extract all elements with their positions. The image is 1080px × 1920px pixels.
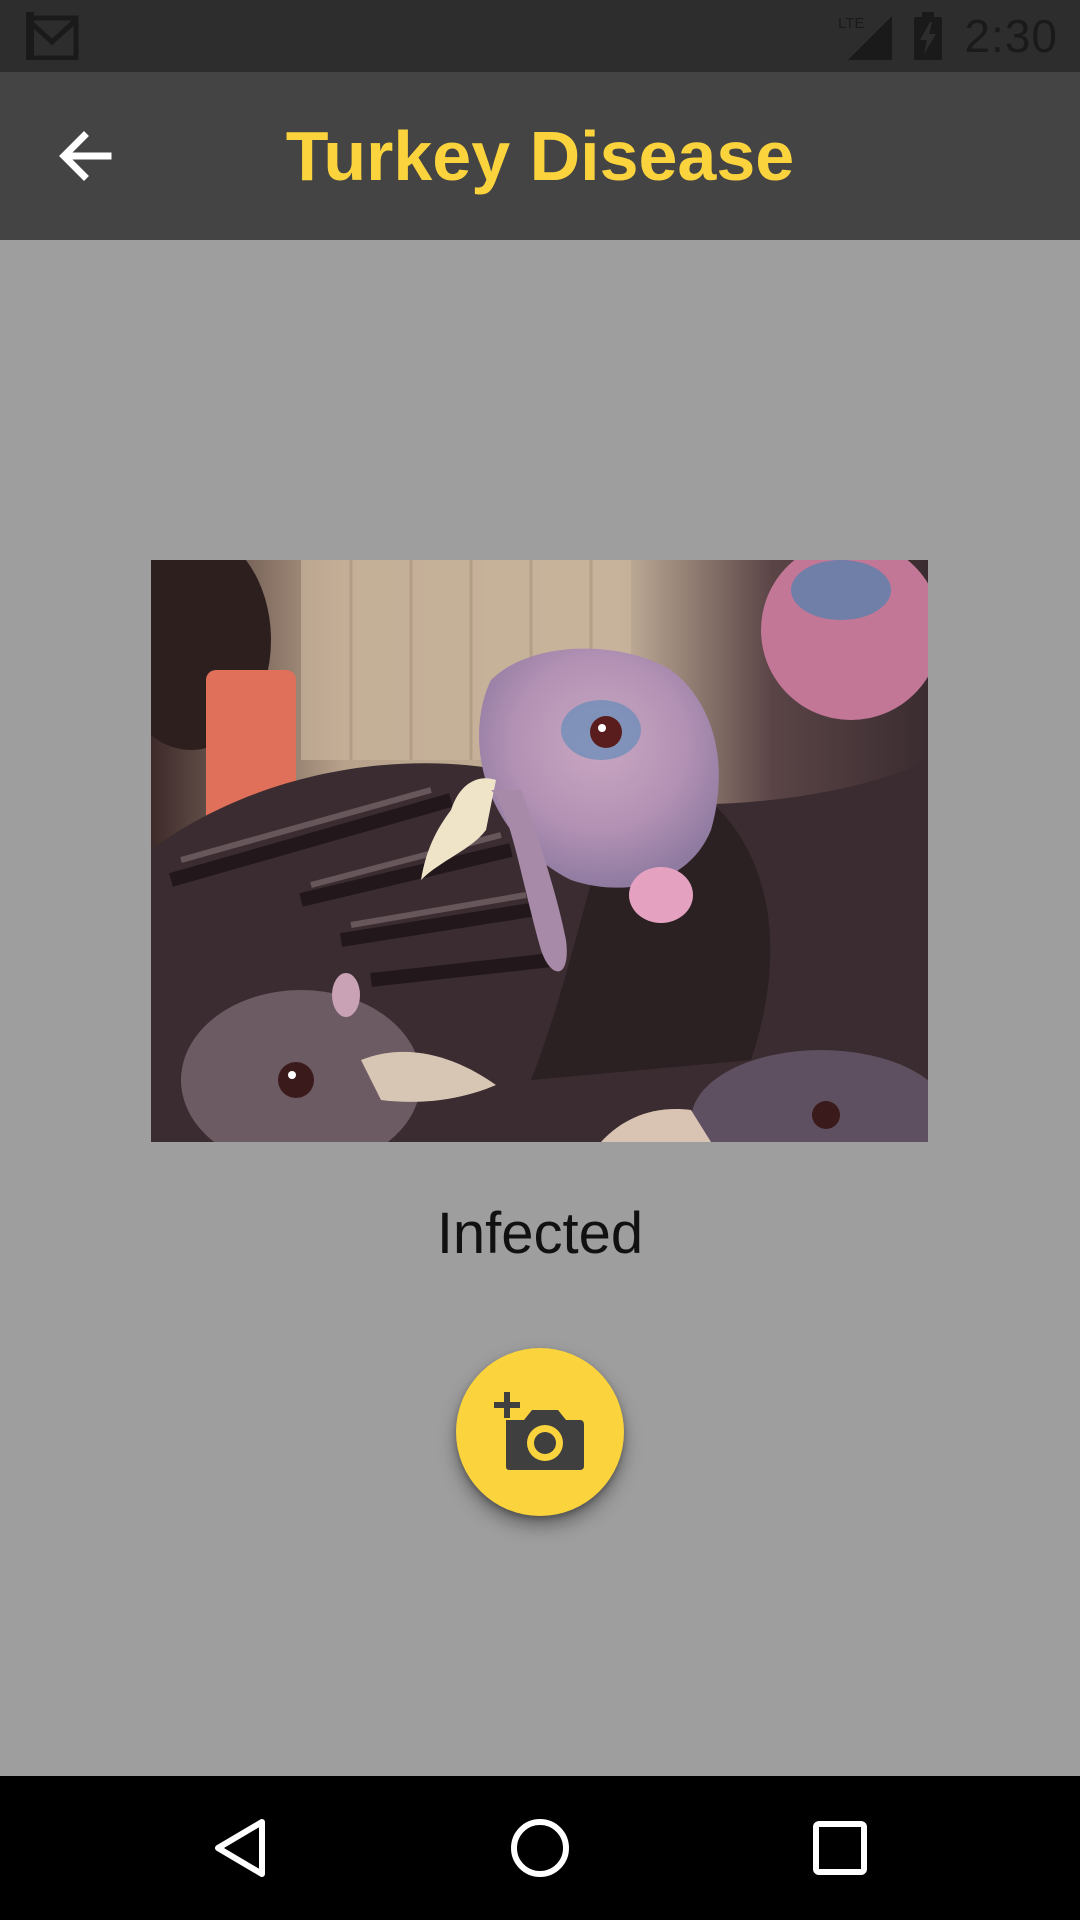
status-bar: LTE 2:30 [0,0,1080,72]
nav-back-triangle-icon [215,1819,265,1877]
page-title: Turkey Disease [285,117,795,195]
status-right-group: LTE 2:30 [838,0,1058,72]
turkey-photo [151,560,928,1142]
lte-label: LTE [838,15,864,32]
main-content: Infected [0,240,1080,1776]
arrow-back-icon [59,131,112,181]
turkey-head-illustration [151,560,928,1142]
nav-home-circle-icon [511,1819,569,1877]
system-navigation-bar [0,1776,1080,1920]
back-button[interactable] [44,116,124,196]
add-photo-button[interactable] [456,1348,624,1516]
nav-recents-button[interactable] [790,1798,890,1898]
nav-home-button[interactable] [490,1798,590,1898]
cellular-signal-icon: LTE [838,15,893,60]
app-bar: Turkey Disease [0,72,1080,240]
add-a-photo-icon [494,1392,584,1470]
status-time: 2:30 [964,10,1058,62]
gmail-icon [26,12,79,60]
nav-back-button[interactable] [190,1798,290,1898]
result-label: Infected [436,1201,644,1266]
nav-recents-square-icon [813,1821,867,1875]
battery-charging-icon [914,12,943,60]
